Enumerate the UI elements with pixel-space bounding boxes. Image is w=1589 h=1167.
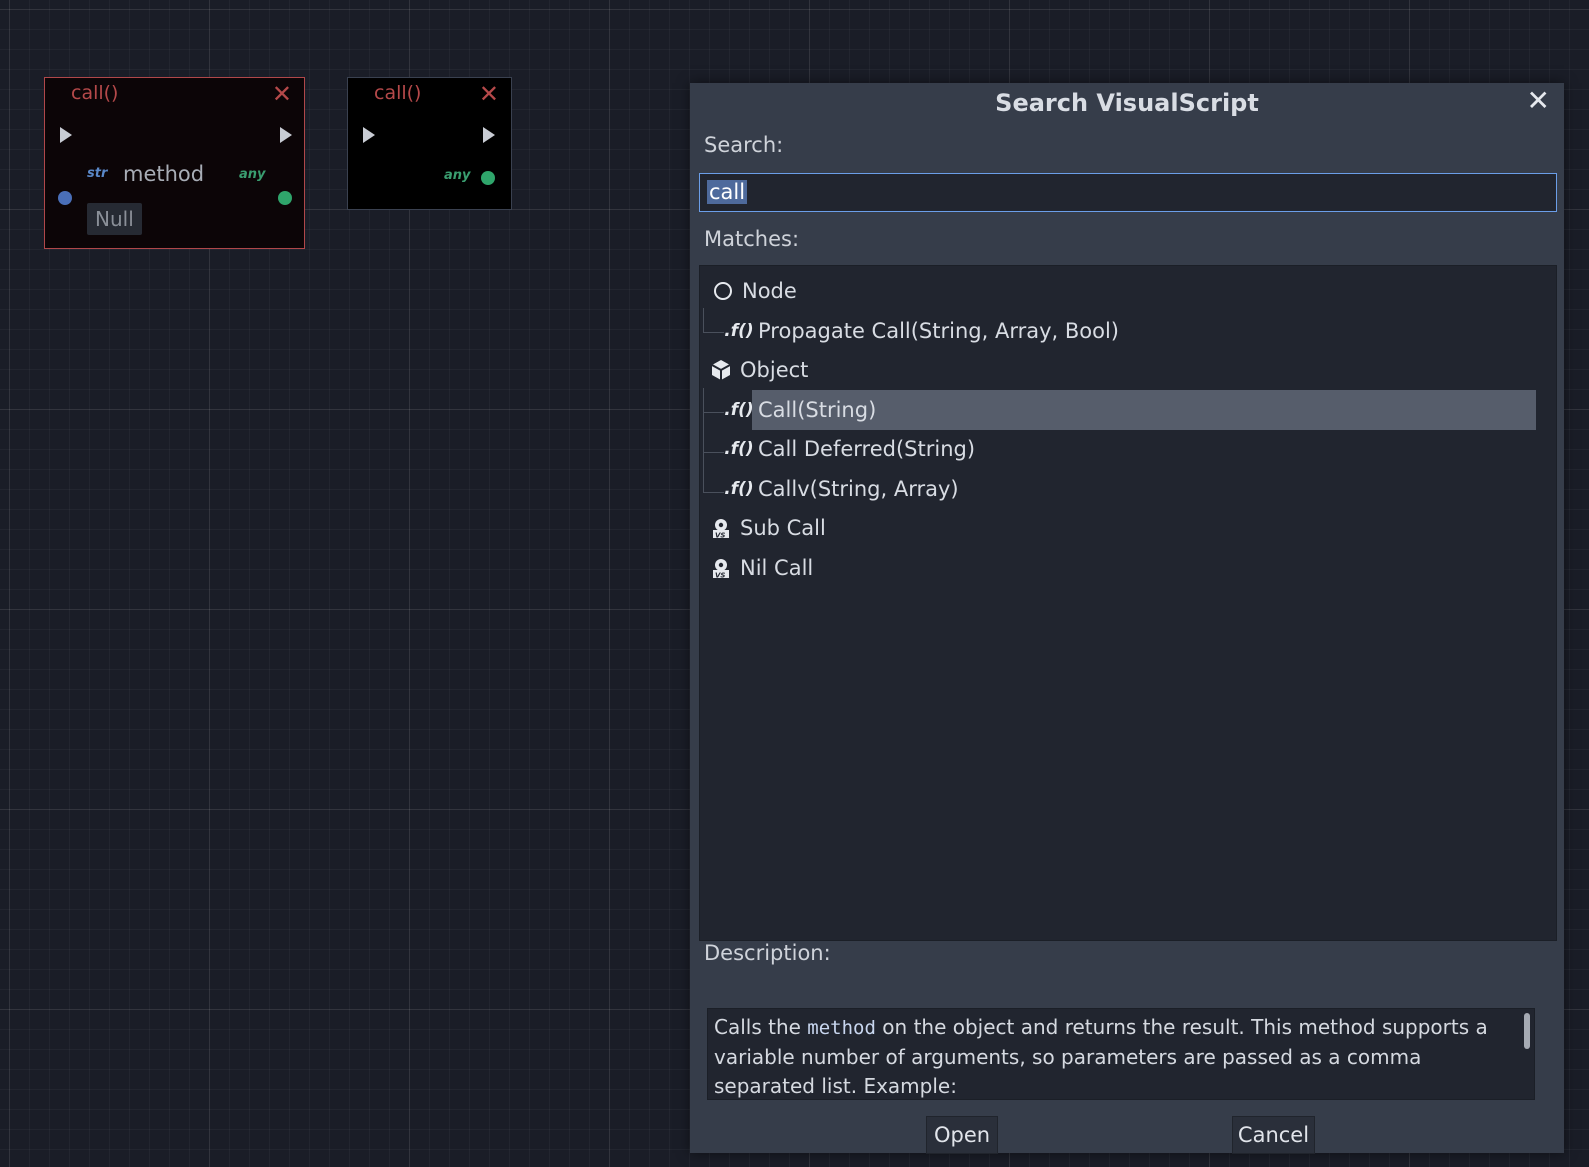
tree-item-sub-call[interactable]: VS Sub Call [708, 508, 826, 548]
description-scrollbar[interactable] [1524, 1013, 1530, 1049]
node-title: call() [374, 82, 422, 104]
sequence-in-port[interactable] [60, 127, 72, 143]
default-value-field[interactable]: Null [87, 203, 142, 235]
tree-item-label: Call(String) [758, 398, 877, 422]
any-type-icon: any [444, 168, 471, 183]
tree-item-label: Sub Call [740, 516, 826, 540]
return-output-port[interactable] [278, 191, 292, 205]
cancel-button[interactable]: Cancel [1232, 1116, 1315, 1154]
tree-branch-line [703, 388, 724, 413]
node-close-icon[interactable]: ✕ [272, 82, 292, 106]
tree-item-call-string[interactable]: .f() Call(String) [724, 390, 1536, 430]
tree-item-label: Nil Call [740, 556, 814, 580]
tree-item-nil-call[interactable]: VS Nil Call [708, 548, 813, 588]
visualscript-icon: VS [708, 517, 734, 539]
tree-item-call-deferred[interactable]: .f() Call Deferred(String) [724, 429, 976, 469]
method-icon: .f() [724, 439, 754, 459]
matches-tree[interactable]: Node .f() Propagate Call(String, Array, … [699, 265, 1557, 941]
method-icon: .f() [724, 321, 754, 341]
call-node-1[interactable]: call() ✕ str method any Null [44, 77, 305, 249]
node-circle-icon [714, 282, 732, 300]
svg-text:VS: VS [715, 572, 725, 580]
description-code: method [807, 1017, 876, 1039]
description-label: Description: [704, 941, 831, 965]
method-port-label: method [123, 162, 205, 186]
search-input-value: call [707, 180, 748, 204]
tree-item-object[interactable]: Object [708, 350, 808, 390]
open-button[interactable]: Open [926, 1116, 998, 1154]
tree-item-propagate-call[interactable]: .f() Propagate Call(String, Array, Bool) [724, 311, 1119, 351]
node-close-icon[interactable]: ✕ [479, 82, 499, 106]
search-label: Search: [704, 133, 784, 157]
description-text: Calls the method on the object and retur… [707, 1008, 1535, 1100]
object-cube-icon [708, 359, 734, 381]
sequence-in-port[interactable] [363, 127, 375, 143]
method-icon: .f() [724, 400, 754, 420]
tree-branch-line [703, 452, 724, 493]
method-icon: .f() [724, 479, 754, 499]
sequence-out-port[interactable] [483, 127, 495, 143]
svg-text:VS: VS [715, 532, 725, 540]
close-icon[interactable]: ✕ [1527, 87, 1550, 115]
tree-item-callv[interactable]: .f() Callv(String, Array) [724, 469, 959, 509]
description-pre: Calls the [714, 1015, 808, 1039]
search-input[interactable]: call [699, 173, 1557, 212]
dialog-title: Search VisualScript [995, 89, 1259, 117]
call-node-2[interactable]: call() ✕ any [347, 77, 512, 210]
str-type-icon: str [87, 166, 108, 181]
tree-item-label: Object [740, 358, 809, 382]
visualscript-icon: VS [708, 557, 734, 579]
tree-item-label: Call Deferred(String) [758, 437, 976, 461]
search-visualscript-dialog: Search VisualScript ✕ Search: call Match… [690, 83, 1564, 1154]
any-type-icon: any [239, 167, 266, 182]
method-input-port[interactable] [58, 191, 72, 205]
node-title: call() [71, 82, 119, 104]
sequence-out-port[interactable] [280, 127, 292, 143]
tree-branch-line [703, 412, 724, 453]
tree-branch-line [703, 308, 724, 333]
tree-item-label: Node [742, 279, 797, 303]
tree-item-label: Propagate Call(String, Array, Bool) [758, 319, 1119, 343]
tree-item-label: Callv(String, Array) [758, 477, 959, 501]
tree-item-node[interactable]: Node [708, 271, 797, 311]
return-output-port[interactable] [481, 171, 495, 185]
matches-label: Matches: [704, 227, 800, 251]
